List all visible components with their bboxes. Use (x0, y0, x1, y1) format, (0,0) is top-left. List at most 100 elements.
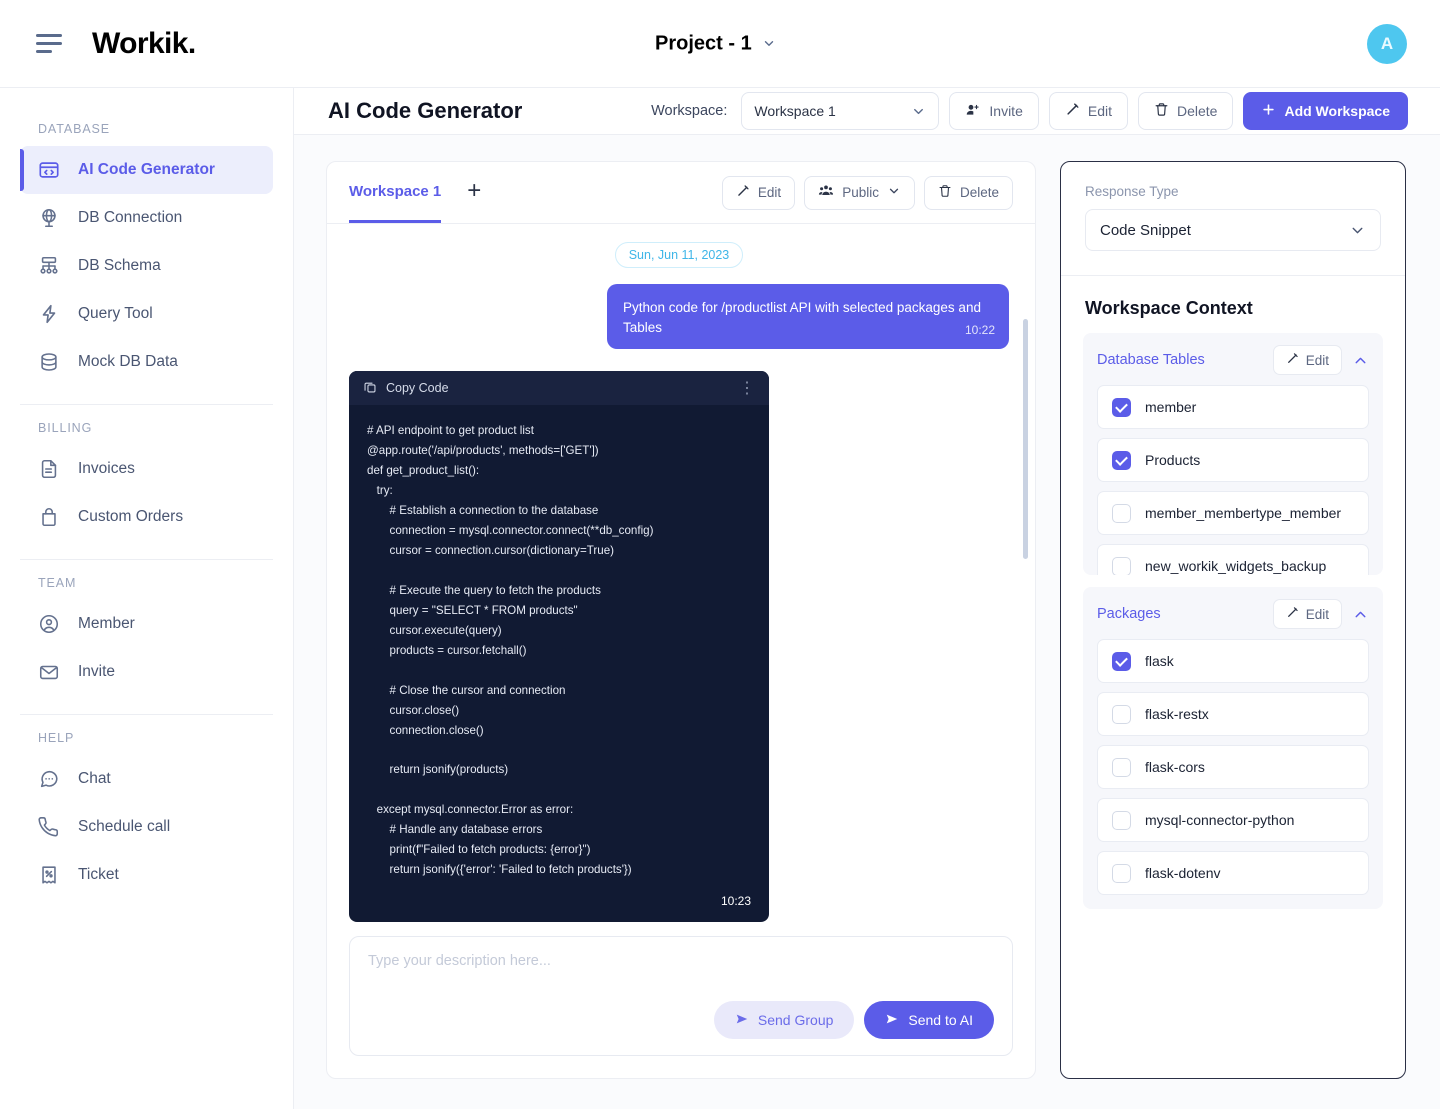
checkbox-checked-icon[interactable] (1112, 397, 1131, 417)
code-window-icon (38, 159, 60, 181)
list-item[interactable]: flask-restx (1097, 692, 1369, 737)
checkbox-checked-icon[interactable] (1112, 450, 1131, 470)
checkbox-unchecked-icon[interactable] (1112, 556, 1131, 576)
chevron-up-icon[interactable] (1352, 352, 1369, 369)
body-row: DATABASE AI Code Generator DB Connection… (0, 88, 1440, 1109)
send-icon (735, 1012, 749, 1029)
sidebar-group-label-billing: BILLING (38, 421, 93, 435)
sidebar-item-chat[interactable]: Chat (20, 755, 273, 803)
sidebar-item-query-tool[interactable]: Query Tool (20, 290, 273, 338)
workspace-select[interactable]: Workspace 1 (741, 92, 940, 131)
workspace-context-title: Workspace Context (1085, 298, 1253, 319)
chat-edit-label: Edit (757, 185, 782, 201)
edit-workspace-button[interactable]: Edit (1048, 92, 1128, 131)
code-snippet-time: 10:23 (720, 894, 751, 908)
user-message-bubble: Python code for /productlist API with se… (607, 284, 1009, 350)
sidebar-item-label: Invite (78, 663, 116, 680)
delete-label: Delete (1176, 103, 1218, 120)
invite-button[interactable]: Invite (949, 92, 1039, 131)
description-input[interactable] (368, 953, 994, 969)
app-root: Workik. Project - 1 A DATABASE AI Code G… (0, 0, 1440, 1109)
composer-actions: Send Group Send to AI (368, 1001, 994, 1039)
checkbox-unchecked-icon[interactable] (1112, 704, 1131, 724)
avatar[interactable]: A (1367, 23, 1407, 64)
list-item[interactable]: flask-cors (1097, 745, 1369, 790)
sidebar-item-invoices[interactable]: Invoices (20, 445, 273, 493)
list-item[interactable]: member (1097, 385, 1369, 430)
sidebar: DATABASE AI Code Generator DB Connection… (0, 88, 294, 1109)
sidebar-item-schedule-call[interactable]: Schedule call (20, 803, 273, 851)
list-item-label: flask (1145, 653, 1174, 670)
chat-scrollbar[interactable] (1023, 319, 1028, 560)
checkbox-unchecked-icon[interactable] (1112, 757, 1131, 777)
invite-label: Invite (989, 103, 1023, 120)
send-group-button[interactable]: Send Group (713, 1001, 855, 1039)
hamburger-icon[interactable] (36, 34, 62, 53)
sidebar-item-ticket[interactable]: Ticket (20, 851, 273, 899)
edit-packages-button[interactable]: Edit (1272, 599, 1342, 630)
copy-code-label[interactable]: Copy Code (386, 381, 449, 395)
chat-scrollbar-thumb[interactable] (1023, 319, 1028, 560)
checkbox-unchecked-icon[interactable] (1112, 863, 1131, 883)
sidebar-item-label: Ticket (78, 866, 119, 883)
section-header: Database Tables Edit (1097, 345, 1369, 376)
chevron-up-icon[interactable] (1352, 606, 1369, 623)
user-circle-icon (38, 613, 60, 635)
list-item-label: flask-cors (1145, 759, 1205, 776)
edit-label: Edit (1305, 606, 1329, 622)
more-options-icon[interactable]: ⋮ (739, 380, 755, 395)
response-type-label: Response Type (1085, 184, 1179, 200)
send-to-ai-button[interactable]: Send to AI (864, 1001, 994, 1039)
response-type-select[interactable]: Code Snippet (1085, 209, 1381, 252)
checkbox-unchecked-icon[interactable] (1112, 810, 1131, 830)
sidebar-item-label: Mock DB Data (78, 353, 178, 370)
message-row-user: Python code for /productlist API with se… (349, 284, 1009, 350)
tab-workspace-1[interactable]: Workspace 1 (349, 162, 442, 224)
edit-label: Edit (1087, 103, 1112, 120)
visibility-label: Public (842, 185, 879, 201)
sidebar-item-label: AI Code Generator (78, 161, 215, 178)
edit-database-tables-button[interactable]: Edit (1272, 345, 1342, 376)
trash-icon (938, 184, 952, 201)
brand-logo: Workik. (92, 26, 196, 60)
visibility-select[interactable]: Public (804, 175, 915, 210)
add-tab-button[interactable]: + (467, 178, 481, 207)
lightning-icon (38, 303, 60, 325)
tab-actions: Edit Public Delete (721, 175, 1013, 210)
date-separator: Sun, Jun 11, 2023 (615, 242, 743, 269)
sidebar-item-label: Schedule call (78, 818, 171, 835)
list-item[interactable]: flask-dotenv (1097, 851, 1369, 896)
sidebar-item-member[interactable]: Member (20, 600, 273, 648)
chevron-down-icon (762, 37, 776, 51)
project-selector[interactable]: Project - 1 (655, 32, 776, 55)
chat-edit-button[interactable]: Edit (721, 175, 796, 210)
sidebar-group-label-database: DATABASE (38, 122, 111, 136)
checkbox-unchecked-icon[interactable] (1112, 503, 1131, 523)
database-icon (38, 351, 60, 373)
checkbox-checked-icon[interactable] (1112, 651, 1131, 671)
sidebar-item-db-schema[interactable]: DB Schema (20, 242, 273, 290)
chat-delete-button[interactable]: Delete (923, 175, 1013, 210)
people-icon (818, 183, 834, 202)
sidebar-item-invite[interactable]: Invite (20, 648, 273, 696)
list-item[interactable]: new_workik_widgets_backup (1097, 544, 1369, 576)
sidebar-item-custom-orders[interactable]: Custom Orders (20, 493, 273, 541)
sidebar-item-db-connection[interactable]: DB Connection (20, 194, 273, 242)
chevron-down-icon (911, 104, 926, 119)
list-item[interactable]: member_membertype_member (1097, 491, 1369, 536)
sidebar-item-ai-code-generator[interactable]: AI Code Generator (20, 146, 273, 194)
sidebar-item-label: Query Tool (78, 305, 153, 322)
list-item[interactable]: mysql-connector-python (1097, 798, 1369, 843)
send-to-ai-label: Send to AI (908, 1012, 973, 1028)
chat-tabbar: Workspace 1 + Edit Public Delete (327, 162, 1035, 225)
sidebar-item-mock-db-data[interactable]: Mock DB Data (20, 338, 273, 386)
add-workspace-button[interactable]: Add Workspace (1243, 92, 1408, 131)
content-area: Workspace 1 + Edit Public Delete Sun, Ju… (294, 135, 1440, 1109)
workspace-label: Workspace: (651, 103, 728, 120)
list-item[interactable]: Products (1097, 438, 1369, 483)
list-item[interactable]: flask (1097, 639, 1369, 684)
chat-messages: Sun, Jun 11, 2023 Python code for /produ… (327, 224, 1035, 922)
project-title: Project - 1 (655, 32, 752, 54)
list-item-label: new_workik_widgets_backup (1145, 558, 1327, 575)
delete-workspace-button[interactable]: Delete (1137, 92, 1234, 131)
